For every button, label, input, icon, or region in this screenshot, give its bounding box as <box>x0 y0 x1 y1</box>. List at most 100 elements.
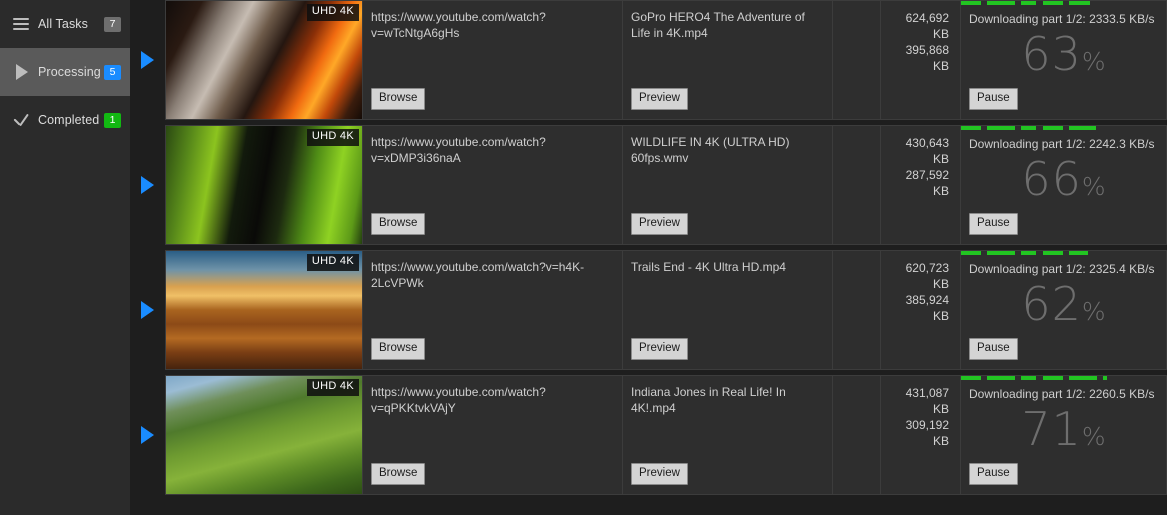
file-size-downloaded: 287,592 KB <box>905 168 949 198</box>
file-size-downloaded: 385,924 KB <box>905 293 949 323</box>
sidebar-item-badge: 1 <box>104 112 121 128</box>
spacer-cell <box>833 1 881 119</box>
spacer-cell <box>833 376 881 494</box>
sidebar-item-label: All Tasks <box>38 17 88 31</box>
progress-percent-value: 63 <box>1021 27 1082 81</box>
row-expand-arrow[interactable] <box>130 125 165 245</box>
download-status: Downloading part 1/2: 2333.5 KB/s <box>969 12 1155 26</box>
video-thumbnail[interactable]: UHD 4K <box>166 376 363 494</box>
row-body: UHD 4K https://www.youtube.com/watch?v=h… <box>165 250 1167 370</box>
progress-cell: Downloading part 1/2: 2260.5 KB/s 71% Pa… <box>961 376 1166 494</box>
progress-cell: Downloading part 1/2: 2325.4 KB/s 62% Pa… <box>961 251 1166 369</box>
url-cell: https://www.youtube.com/watch?v=xDMP3i36… <box>363 126 623 244</box>
percent-symbol: % <box>1081 47 1106 76</box>
browse-button[interactable]: Browse <box>371 88 426 110</box>
sidebar-item-all-tasks[interactable]: All Tasks 7 <box>0 0 130 48</box>
download-status: Downloading part 1/2: 2260.5 KB/s <box>969 387 1155 401</box>
filename-cell: Indiana Jones in Real Life! In 4K!.mp4 P… <box>623 376 833 494</box>
progress-bar <box>961 126 1166 130</box>
video-thumbnail[interactable]: UHD 4K <box>166 126 363 244</box>
play-arrow-icon <box>141 426 154 444</box>
progress-percent-value: 71 <box>1021 402 1082 456</box>
row-body: UHD 4K https://www.youtube.com/watch?v=w… <box>165 0 1167 120</box>
download-status: Downloading part 1/2: 2325.4 KB/s <box>969 262 1155 276</box>
spacer-cell <box>833 251 881 369</box>
hamburger-icon <box>10 13 32 35</box>
table-row[interactable]: UHD 4K https://www.youtube.com/watch?v=h… <box>130 250 1167 370</box>
preview-button[interactable]: Preview <box>631 213 688 235</box>
filename-cell: GoPro HERO4 The Adventure of Life in 4K.… <box>623 1 833 119</box>
video-url: https://www.youtube.com/watch?v=xDMP3i36… <box>371 135 546 165</box>
file-size-downloaded: 395,868 KB <box>905 43 949 73</box>
percent-symbol: % <box>1081 422 1106 451</box>
progress-bar-fill <box>961 126 1097 130</box>
row-body: UHD 4K https://www.youtube.com/watch?v=q… <box>165 375 1167 495</box>
file-name: GoPro HERO4 The Adventure of Life in 4K.… <box>631 10 805 40</box>
preview-button[interactable]: Preview <box>631 338 688 360</box>
download-status: Downloading part 1/2: 2242.3 KB/s <box>969 137 1155 151</box>
url-cell: https://www.youtube.com/watch?v=qPKKtvkV… <box>363 376 623 494</box>
progress-percent: 71% <box>961 406 1166 460</box>
size-cell: 620,723 KB 385,924 KB <box>881 251 961 369</box>
pause-button[interactable]: Pause <box>969 463 1018 485</box>
progress-bar <box>961 376 1166 380</box>
sidebar-item-badge: 7 <box>104 16 121 32</box>
preview-button[interactable]: Preview <box>631 88 688 110</box>
sidebar-item-label: Processing <box>38 65 101 79</box>
row-expand-arrow[interactable] <box>130 0 165 120</box>
pause-button[interactable]: Pause <box>969 338 1018 360</box>
play-icon <box>10 61 32 83</box>
play-arrow-icon <box>141 301 154 319</box>
row-body: UHD 4K https://www.youtube.com/watch?v=x… <box>165 125 1167 245</box>
quality-badge: UHD 4K <box>306 379 359 396</box>
table-row[interactable]: UHD 4K https://www.youtube.com/watch?v=q… <box>130 375 1167 495</box>
quality-badge: UHD 4K <box>306 4 359 21</box>
sidebar-item-label: Completed <box>38 113 100 127</box>
app-window: All Tasks 7 Processing 5 Completed 1 UHD… <box>0 0 1167 515</box>
sidebar-item-completed[interactable]: Completed 1 <box>0 96 130 144</box>
table-row[interactable]: UHD 4K https://www.youtube.com/watch?v=w… <box>130 0 1167 120</box>
filename-cell: Trails End - 4K Ultra HD.mp4 Preview <box>623 251 833 369</box>
check-icon <box>10 109 32 131</box>
progress-percent: 62% <box>961 281 1166 335</box>
progress-cell: Downloading part 1/2: 2242.3 KB/s 66% Pa… <box>961 126 1166 244</box>
file-name: Trails End - 4K Ultra HD.mp4 <box>631 260 786 274</box>
progress-bar <box>961 1 1166 5</box>
video-thumbnail[interactable]: UHD 4K <box>166 251 363 369</box>
file-size-total: 431,087 KB <box>905 386 949 416</box>
browse-button[interactable]: Browse <box>371 463 426 485</box>
preview-button[interactable]: Preview <box>631 463 688 485</box>
file-size-total: 624,692 KB <box>905 11 949 41</box>
progress-cell: Downloading part 1/2: 2333.5 KB/s 63% Pa… <box>961 1 1166 119</box>
file-name: Indiana Jones in Real Life! In 4K!.mp4 <box>631 385 786 415</box>
file-size-total: 430,643 KB <box>905 136 949 166</box>
progress-bar-fill <box>961 376 1107 380</box>
quality-badge: UHD 4K <box>306 129 359 146</box>
browse-button[interactable]: Browse <box>371 213 426 235</box>
sidebar-item-processing[interactable]: Processing 5 <box>0 48 130 96</box>
row-expand-arrow[interactable] <box>130 250 165 370</box>
size-cell: 430,643 KB 287,592 KB <box>881 126 961 244</box>
spacer-cell <box>833 126 881 244</box>
browse-button[interactable]: Browse <box>371 338 426 360</box>
pause-button[interactable]: Pause <box>969 88 1018 110</box>
percent-symbol: % <box>1081 172 1106 201</box>
url-cell: https://www.youtube.com/watch?v=h4K-2LcV… <box>363 251 623 369</box>
video-url: https://www.youtube.com/watch?v=wTcNtgA6… <box>371 10 546 40</box>
row-expand-arrow[interactable] <box>130 375 165 495</box>
pause-button[interactable]: Pause <box>969 213 1018 235</box>
progress-percent: 66% <box>961 156 1166 210</box>
percent-symbol: % <box>1081 297 1106 326</box>
sidebar-item-badge: 5 <box>104 64 121 80</box>
progress-percent: 63% <box>961 31 1166 85</box>
sidebar: All Tasks 7 Processing 5 Completed 1 <box>0 0 130 515</box>
quality-badge: UHD 4K <box>306 254 359 271</box>
play-arrow-icon <box>141 176 154 194</box>
progress-bar <box>961 251 1166 255</box>
progress-bar-fill <box>961 1 1091 5</box>
table-row[interactable]: UHD 4K https://www.youtube.com/watch?v=x… <box>130 125 1167 245</box>
filename-cell: WILDLIFE IN 4K (ULTRA HD) 60fps.wmv Prev… <box>623 126 833 244</box>
video-url: https://www.youtube.com/watch?v=h4K-2LcV… <box>371 260 585 290</box>
video-thumbnail[interactable]: UHD 4K <box>166 1 363 119</box>
progress-percent-value: 62 <box>1021 277 1082 331</box>
